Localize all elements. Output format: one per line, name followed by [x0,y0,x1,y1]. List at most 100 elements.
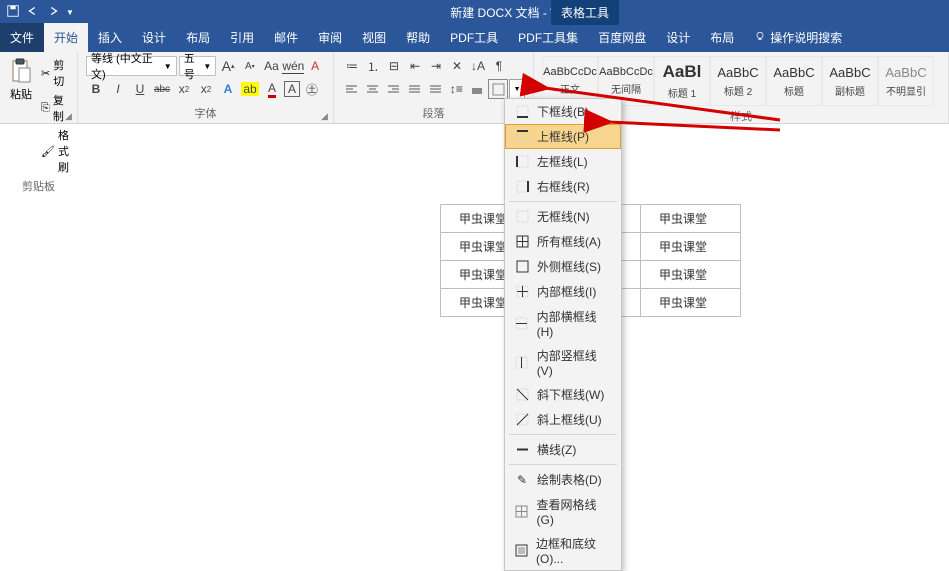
borders-button[interactable] [488,79,508,99]
underline-button[interactable]: U [130,79,150,99]
align-right-button[interactable] [384,79,404,99]
align-center-button[interactable] [363,79,383,99]
border-right-item[interactable]: 右框线(R) [505,174,621,199]
increase-font-button[interactable]: A▴ [218,56,238,76]
style-title[interactable]: AaBbC标题 [766,56,822,106]
tab-baidu[interactable]: 百度网盘 [588,23,656,52]
subscript-button[interactable]: x2 [174,79,194,99]
show-marks-button[interactable]: ¶ [489,56,509,76]
group-clipboard: 粘贴 ✂剪切 ⎘复制 🖌格式刷 剪贴板 ◢ [0,52,78,123]
border-diag-down-item[interactable]: 斜下框线(W) [505,382,621,407]
phonetic-guide-button[interactable]: wén [283,56,303,76]
font-color-button[interactable]: A [262,79,282,99]
character-border-button[interactable]: A [284,81,300,97]
style-subtle-emphasis[interactable]: AaBbC不明显引 [878,56,934,106]
font-size-selector[interactable]: 五号▼ [179,56,217,76]
style-heading1[interactable]: AaBl标题 1 [654,56,710,106]
border-none-item[interactable]: 无框线(N) [505,204,621,229]
tab-table-layout[interactable]: 布局 [700,23,744,52]
align-distributed-button[interactable] [426,79,446,99]
border-inside-v-item[interactable]: 内部竖框线(V) [505,343,621,382]
paste-button[interactable]: 粘贴 [8,56,34,176]
item-label: 所有框线(A) [537,233,601,250]
redo-icon[interactable] [46,4,60,21]
border-bottom-item[interactable]: 下框线(B) [505,99,621,124]
multilevel-button[interactable]: ⊟ [384,56,404,76]
table-cell[interactable]: 甲虫课堂 [641,205,741,233]
tab-table-design[interactable]: 设计 [656,23,700,52]
bold-button[interactable]: B [86,79,106,99]
border-left-icon [515,155,529,169]
tab-design[interactable]: 设计 [132,23,176,52]
tab-mail[interactable]: 邮件 [264,23,308,52]
table-cell[interactable]: 甲虫课堂 [641,233,741,261]
bullets-button[interactable]: ≔ [342,56,362,76]
format-painter-button[interactable]: 🖌格式刷 [38,126,72,176]
font-expand-icon[interactable]: ◢ [321,111,331,121]
border-inside-item[interactable]: 内部框线(I) [505,279,621,304]
table-cell[interactable]: 甲虫课堂 [641,289,741,317]
superscript-button[interactable]: x2 [196,79,216,99]
clipboard-expand-icon[interactable]: ◢ [65,111,75,121]
line-spacing-button[interactable]: ↕≡ [446,79,466,99]
asian-layout-button[interactable]: ✕ [447,56,467,76]
sort-button[interactable]: ↓A [468,56,488,76]
highlight-button[interactable]: ab [240,79,260,99]
tab-pdf-set[interactable]: PDF工具集 [508,23,588,52]
italic-button[interactable]: I [108,79,128,99]
border-outside-item[interactable]: 外侧框线(S) [505,254,621,279]
style-name: 无间隔 [611,81,641,96]
text-effects-button[interactable]: A [218,79,238,99]
clear-format-button[interactable]: A [305,56,325,76]
chevron-down-icon: ▼ [514,86,521,93]
font-name-selector[interactable]: 等线 (中文正文)▼ [86,56,177,76]
menu-separator [509,464,617,465]
style-heading2[interactable]: AaBbC标题 2 [710,56,766,106]
undo-icon[interactable] [26,4,40,21]
chevron-down-icon: ▼ [164,62,172,71]
align-left-button[interactable] [342,79,362,99]
table-cell[interactable]: 甲虫课堂 [641,261,741,289]
tab-home[interactable]: 开始 [44,23,88,52]
horizontal-line-item[interactable]: 横线(Z) [505,437,621,462]
document-area[interactable]: 甲虫课堂甲虫课堂 甲虫课堂甲虫课堂 甲虫课堂甲虫课堂 甲虫课堂甲虫课堂 [356,124,916,544]
numbering-button[interactable]: ⒈ [363,56,383,76]
borders-shading-item[interactable]: 边框和底纹(O)... [505,531,621,570]
shading-button[interactable] [467,79,487,99]
border-all-item[interactable]: 所有框线(A) [505,229,621,254]
cut-label: 剪切 [53,57,69,89]
tell-me-search[interactable]: 操作说明搜索 [744,23,852,52]
tab-review[interactable]: 审阅 [308,23,352,52]
style-name: 标题 1 [668,85,696,100]
borders-dropdown-trigger[interactable]: ▼ [509,79,525,99]
cut-button[interactable]: ✂剪切 [38,56,72,90]
style-sample: AaBbC [773,65,814,80]
tab-pdf-tool[interactable]: PDF工具 [440,23,508,52]
border-all-icon [515,235,529,249]
draw-table-item[interactable]: ✎绘制表格(D) [505,467,621,492]
paste-label: 粘贴 [10,86,32,102]
change-case-button[interactable]: Aa [262,56,282,76]
increase-indent-button[interactable]: ⇥ [426,56,446,76]
tab-file[interactable]: 文件 [0,23,44,52]
tab-help[interactable]: 帮助 [396,23,440,52]
tab-insert[interactable]: 插入 [88,23,132,52]
border-right-icon [515,180,529,194]
tab-view[interactable]: 视图 [352,23,396,52]
tab-references[interactable]: 引用 [220,23,264,52]
border-top-item[interactable]: 上框线(P) [505,124,621,149]
view-gridlines-item[interactable]: 查看网格线(G) [505,492,621,531]
style-subtitle[interactable]: AaBbC副标题 [822,56,878,106]
window-title: 新建 DOCX 文档 - Word [80,4,949,21]
tab-layout[interactable]: 布局 [176,23,220,52]
enclose-char-button[interactable]: ㊏ [302,79,322,99]
border-diag-up-item[interactable]: 斜上框线(U) [505,407,621,432]
strikethrough-button[interactable]: abc [152,79,172,99]
decrease-font-button[interactable]: A▾ [240,56,260,76]
decrease-indent-button[interactable]: ⇤ [405,56,425,76]
save-icon[interactable] [6,4,20,21]
align-justify-button[interactable] [405,79,425,99]
border-inside-h-item[interactable]: 内部横框线(H) [505,304,621,343]
qat-dropdown-icon[interactable]: ▼ [66,8,74,17]
border-left-item[interactable]: 左框线(L) [505,149,621,174]
